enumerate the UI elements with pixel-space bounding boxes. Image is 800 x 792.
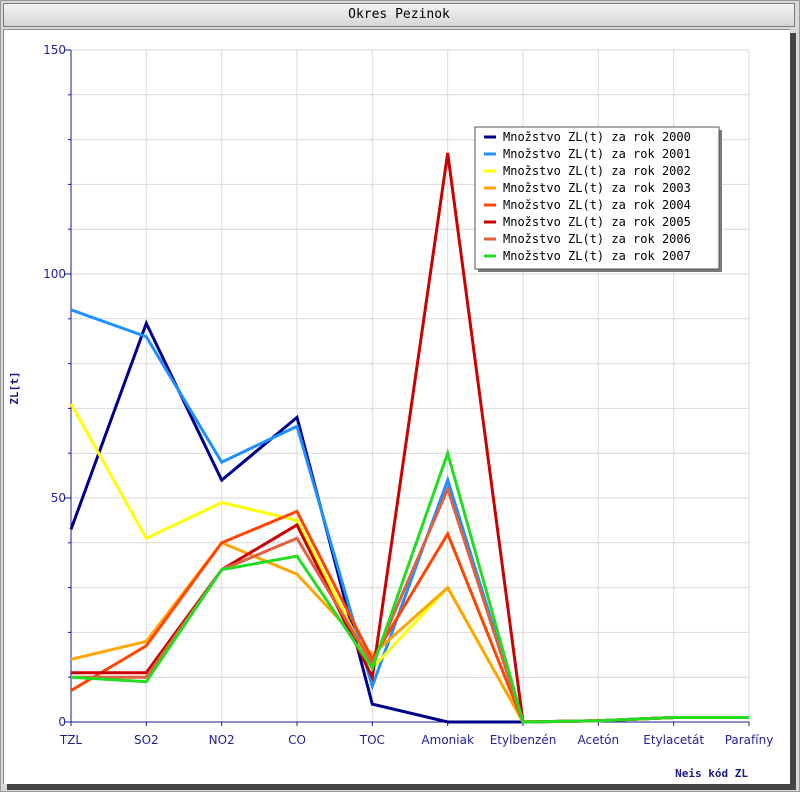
x-tick-label: Parafíny <box>725 733 774 747</box>
y-tick-label: 150 <box>43 43 66 57</box>
x-tick-label: Etylacetát <box>643 733 704 747</box>
x-tick-label: Etylbenzén <box>490 733 557 747</box>
y-tick-label: 100 <box>43 267 66 281</box>
x-tick-label: SO2 <box>134 733 159 747</box>
x-tick-label: NO2 <box>209 733 235 747</box>
x-tick-label: Amoniak <box>421 733 474 747</box>
y-axis-title: ZL[t] <box>8 371 21 404</box>
x-tick-label: TZL <box>59 733 83 747</box>
legend-label: Množstvo ZL(t) za rok 2001 <box>503 147 691 161</box>
legend-label: Množstvo ZL(t) za rok 2007 <box>503 249 691 263</box>
series-line-1 <box>70 308 749 724</box>
legend: Množstvo ZL(t) za rok 2000 Množstvo ZL(t)… <box>474 126 722 272</box>
legend-label: Množstvo ZL(t) za rok 2004 <box>503 198 691 212</box>
legend-label: Množstvo ZL(t) za rok 2006 <box>503 232 691 246</box>
legend-label: Množstvo ZL(t) za rok 2003 <box>503 181 691 195</box>
x-axis-title: Neis kód ZL <box>675 767 748 780</box>
legend-label: Množstvo ZL(t) za rok 2005 <box>503 215 691 229</box>
legend-label: Množstvo ZL(t) za rok 2000 <box>503 130 691 144</box>
y-tick-label: 50 <box>51 491 66 505</box>
line-chart: 0 50 100 150 TZL SO2 NO2 CO TOC Amoniak Etylbenzén… <box>8 43 774 780</box>
legend-label: Množstvo ZL(t) za rok 2002 <box>503 164 691 178</box>
x-tick-label: CO <box>288 733 306 747</box>
x-tick-label: TOC <box>359 733 385 747</box>
y-tick-label: 0 <box>58 715 66 729</box>
x-tick-label: Acetón <box>578 733 620 747</box>
